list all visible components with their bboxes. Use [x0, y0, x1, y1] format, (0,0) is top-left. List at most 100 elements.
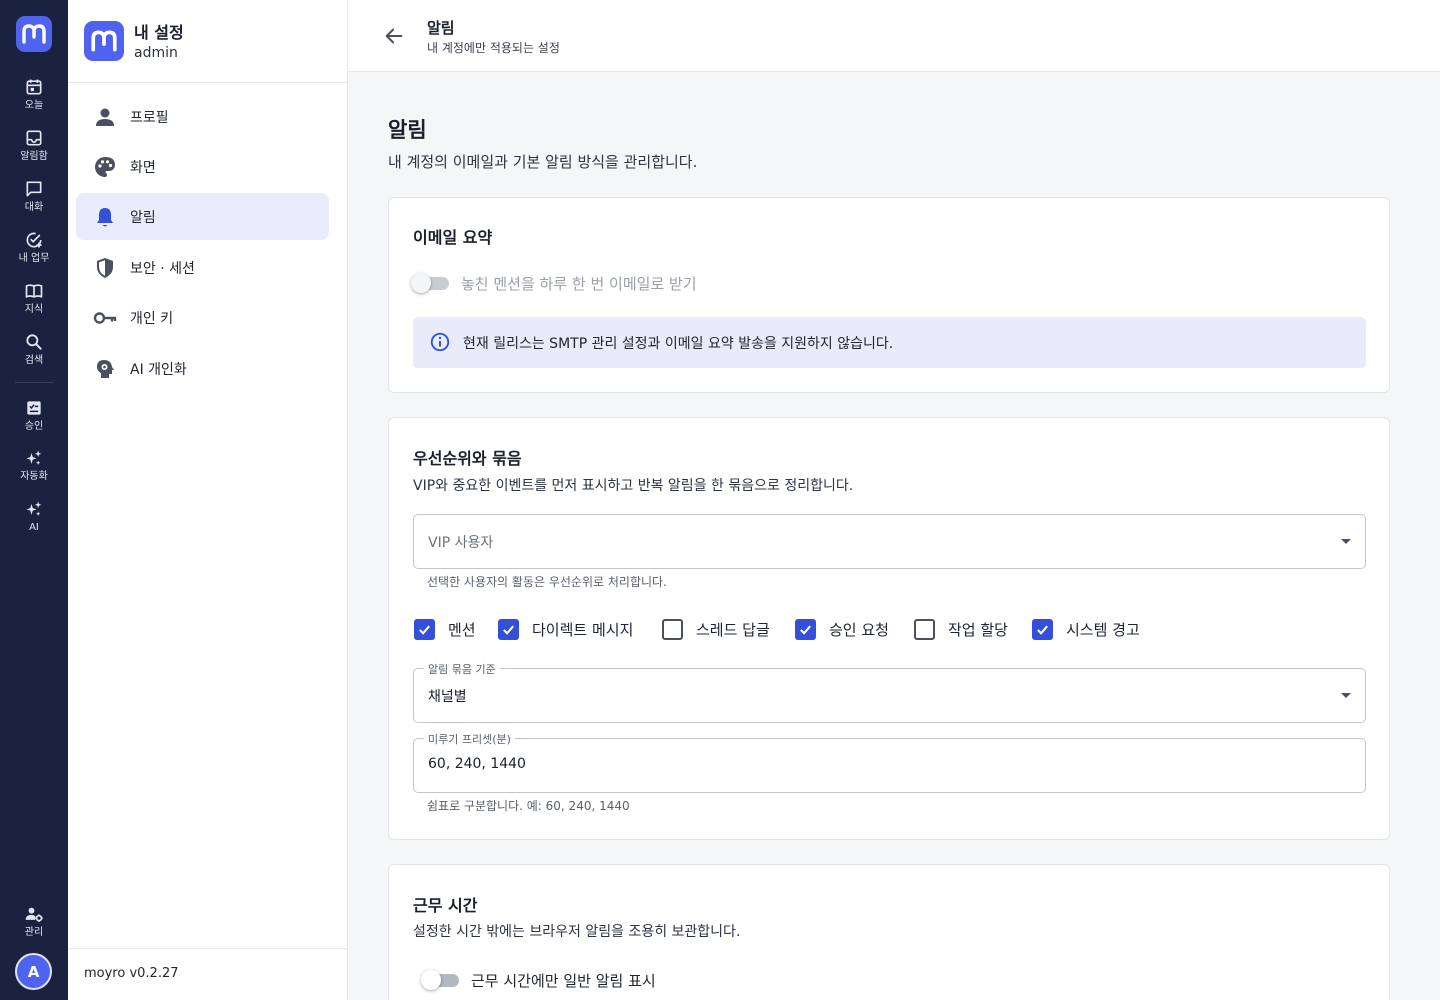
- working-hours-toggle-label: 근무 시간에만 일반 알림 표시: [471, 972, 656, 990]
- sidebar-item-label: AI 개인화: [130, 361, 187, 378]
- sidebar-item-display[interactable]: 화면: [76, 143, 329, 190]
- sparkle-icon: [26, 450, 42, 465]
- sidebar-item-label: 개인 키: [130, 310, 174, 327]
- rail-item-ai[interactable]: AI: [0, 499, 68, 545]
- card-title: 우선순위와 묶음: [413, 449, 522, 468]
- app-rail: 오늘 알림함 대화 내 업무 지식 검색 승인 자동화 AI 관리 A: [0, 0, 68, 1000]
- rail-item-label: 내 업무: [18, 253, 50, 264]
- book-icon: [25, 284, 43, 298]
- group-by-value: 채널별: [428, 689, 467, 705]
- checkbox-checked-icon: [498, 618, 519, 640]
- caret-down-icon: [1341, 539, 1351, 544]
- snooze-presets-input[interactable]: 미루기 프리셋(분) 60, 240, 1440: [413, 731, 1366, 793]
- sidebar-item-ai-personalization[interactable]: AI 개인화: [76, 345, 329, 392]
- card-description: 설정한 시간 밖에는 브라우저 알림을 조용히 보관합니다.: [413, 924, 741, 940]
- sidebar-item-security[interactable]: 보안 · 세션: [76, 244, 329, 291]
- checkbox-task-assignment[interactable]: 작업 할당: [914, 617, 1008, 641]
- vip-users-placeholder: VIP 사용자: [428, 535, 494, 551]
- card-title: 근무 시간: [413, 896, 478, 915]
- checkbox-label: 다이렉트 메시지: [532, 620, 634, 639]
- bell-icon: [97, 207, 113, 226]
- toggle-knob: [411, 273, 431, 293]
- rail-item-label: 관리: [24, 927, 44, 938]
- app-version: moyro v0.2.27: [84, 966, 179, 981]
- caret-down-icon: [1341, 693, 1351, 698]
- app-logo-icon: [84, 21, 124, 61]
- checkbox-checked-icon: [414, 618, 435, 640]
- topbar-subtitle: 내 계정에만 적용되는 설정: [427, 41, 560, 55]
- info-alert: 현재 릴리스는 SMTP 관리 설정과 이메일 요약 발송을 지원하지 않습니다…: [413, 317, 1366, 368]
- rail-item-search[interactable]: 검색: [0, 332, 68, 378]
- topbar-title: 알림: [427, 19, 455, 37]
- checkbox-label: 스레드 답글: [696, 620, 770, 639]
- priority-grouping-card: 우선순위와 묶음 VIP와 중요한 이벤트를 먼저 표시하고 반복 알림을 한 …: [388, 417, 1390, 840]
- rail-item-label: 알림함: [20, 151, 48, 162]
- rail-item-chat[interactable]: 대화: [0, 179, 68, 225]
- rail-item-label: 대화: [24, 202, 44, 213]
- ai-gear-icon: [97, 359, 114, 378]
- checkbox-thread-reply[interactable]: 스레드 답글: [662, 617, 770, 641]
- sidebar-item-notifications[interactable]: 알림: [76, 193, 329, 240]
- checkbox-unchecked-icon: [662, 618, 683, 640]
- sidebar-item-label: 보안 · 세션: [130, 260, 195, 277]
- approval-icon: [27, 401, 41, 415]
- snooze-presets-helper: 쉼표로 구분합니다. 예: 60, 240, 1440: [427, 799, 630, 813]
- vip-users-select[interactable]: VIP 사용자: [413, 514, 1366, 569]
- page-title: 알림: [388, 118, 427, 142]
- checkbox-unchecked-icon: [914, 618, 935, 640]
- key-icon: [93, 311, 117, 324]
- sidebar-username: admin: [134, 45, 178, 61]
- palette-icon: [95, 156, 115, 177]
- card-title: 이메일 요약: [413, 228, 493, 247]
- vip-users-helper: 선택한 사용자의 활동은 우선순위로 처리합니다.: [427, 575, 667, 589]
- top-bar: 알림 내 계정에만 적용되는 설정: [348, 0, 1440, 72]
- rail-item-label: 승인: [24, 421, 44, 432]
- group-by-label: 알림 묶음 기준: [424, 661, 500, 677]
- inbox-icon: [26, 130, 42, 146]
- rail-item-automation[interactable]: 자동화: [0, 448, 68, 494]
- back-button[interactable]: [380, 22, 408, 50]
- rail-item-label: AI: [29, 522, 39, 533]
- rail-item-my-tasks[interactable]: 내 업무: [0, 230, 68, 276]
- rail-item-today[interactable]: 오늘: [0, 77, 68, 123]
- checkbox-direct-message[interactable]: 다이렉트 메시지: [498, 617, 633, 641]
- rail-item-approval[interactable]: 승인: [0, 398, 68, 444]
- arrow-left-icon: [385, 28, 403, 44]
- checkbox-checked-icon: [1032, 618, 1053, 640]
- checkbox-label: 멘션: [448, 620, 476, 639]
- task-check-icon: [26, 232, 42, 248]
- checkbox-system-alert[interactable]: 시스템 경고: [1032, 617, 1140, 641]
- avatar[interactable]: A: [15, 953, 52, 990]
- email-digest-card: 이메일 요약 놓친 멘션을 하루 한 번 이메일로 받기 현재 릴리스는 SMT…: [388, 197, 1390, 393]
- checkbox-label: 작업 할당: [948, 620, 1008, 639]
- sidebar-item-label: 알림: [130, 209, 156, 226]
- card-description: VIP와 중요한 이벤트를 먼저 표시하고 반복 알림을 한 묶음으로 정리합니…: [413, 478, 854, 494]
- calendar-icon: [26, 79, 42, 95]
- toggle-knob: [421, 970, 441, 990]
- rail-item-admin[interactable]: 관리: [0, 904, 68, 950]
- group-by-select[interactable]: 알림 묶음 기준 채널별: [413, 661, 1366, 723]
- rail-divider: [15, 382, 53, 383]
- rail-item-label: 검색: [24, 355, 44, 366]
- sidebar-item-personal-key[interactable]: 개인 키: [76, 294, 329, 341]
- rail-item-label: 오늘: [24, 100, 44, 111]
- info-alert-text: 현재 릴리스는 SMTP 관리 설정과 이메일 요약 발송을 지원하지 않습니다…: [463, 336, 894, 352]
- sidebar-item-label: 화면: [130, 159, 156, 176]
- sidebar-title: 내 설정: [134, 23, 184, 42]
- working-hours-toggle[interactable]: [421, 969, 459, 991]
- rail-item-inbox[interactable]: 알림함: [0, 128, 68, 174]
- app-logo-icon[interactable]: [16, 16, 52, 52]
- checkbox-label: 시스템 경고: [1066, 620, 1140, 639]
- sidebar-header: 내 설정 admin: [68, 0, 347, 83]
- page-description: 내 계정의 이메일과 기본 알림 방식을 관리합니다.: [388, 153, 698, 171]
- email-digest-toggle[interactable]: [411, 272, 449, 294]
- checkbox-approval-request[interactable]: 승인 요청: [795, 617, 889, 641]
- search-icon: [26, 334, 42, 350]
- checkbox-mention[interactable]: 멘션: [414, 617, 476, 641]
- sidebar-item-profile[interactable]: 프로필: [76, 93, 329, 140]
- shield-icon: [97, 257, 113, 278]
- rail-item-knowledge[interactable]: 지식: [0, 281, 68, 327]
- rail-item-label: 지식: [24, 304, 44, 315]
- admin-icon: [25, 907, 43, 922]
- rail-item-label: 자동화: [20, 471, 48, 482]
